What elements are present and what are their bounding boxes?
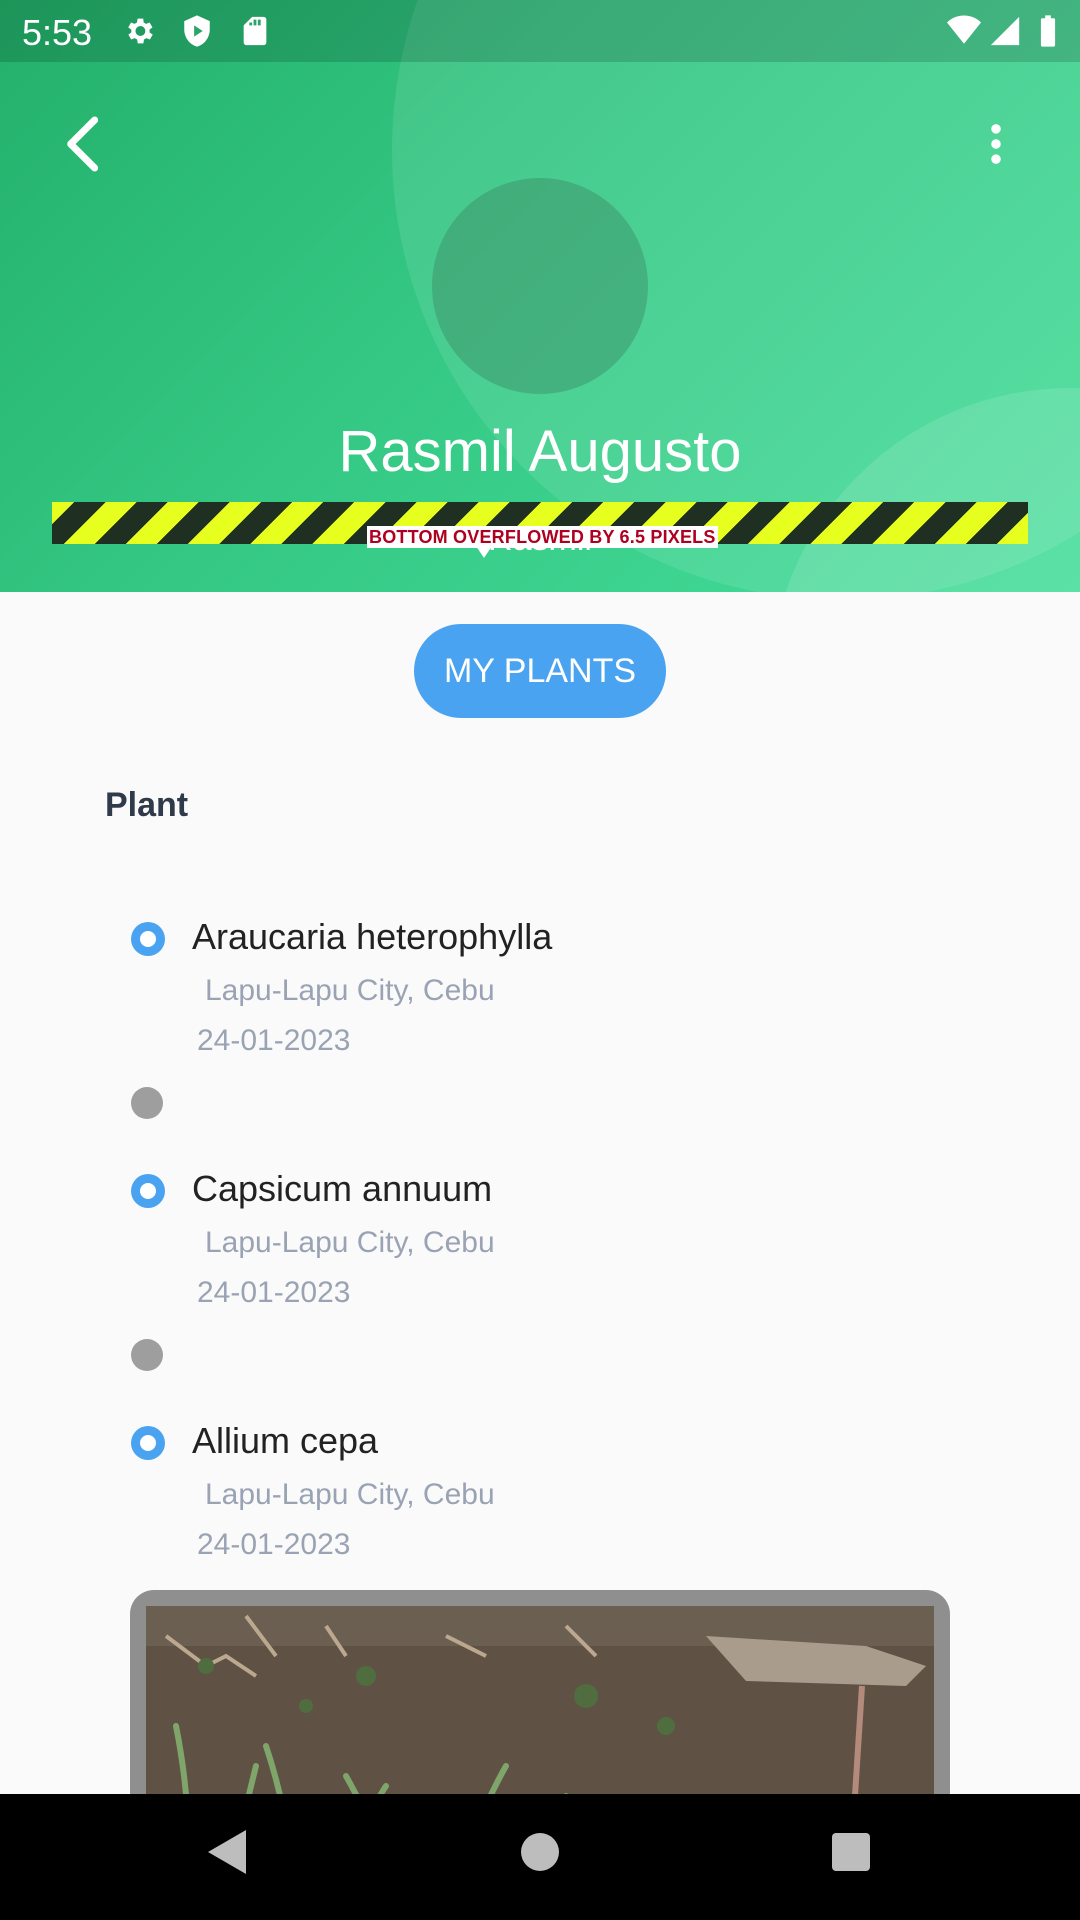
plant-date: 24-01-2023 (197, 1528, 351, 1561)
radio-icon[interactable] (131, 922, 165, 956)
plant-name: Allium cepa (192, 1420, 379, 1461)
battery-icon (1040, 15, 1056, 47)
settings-icon (128, 18, 153, 44)
system-navigation-bar (0, 1794, 1080, 1920)
plant-date: 24-01-2023 (197, 1276, 351, 1309)
status-time: 5:53 (22, 12, 93, 53)
overflow-warning-text: BOTTOM OVERFLOWED BY 6.5 PIXELS (367, 526, 718, 548)
wifi-icon (947, 15, 981, 44)
timeline-dot-icon (131, 1339, 163, 1371)
plant-location: Lapu-Lapu City, Cebu (205, 1226, 495, 1259)
profile-header: 5:53 Rasmil Augusto Rasmil (0, 0, 1080, 592)
nav-recents-icon[interactable] (832, 1833, 870, 1871)
nav-home-icon[interactable] (521, 1833, 559, 1871)
more-vert-icon[interactable] (970, 112, 1022, 176)
radio-icon[interactable] (131, 1174, 165, 1208)
back-arrow-icon[interactable] (52, 112, 116, 176)
shield-play-icon (184, 15, 210, 47)
plant-name: Capsicum annuum (192, 1168, 493, 1209)
signal-icon (990, 16, 1020, 46)
section-title: Plant (105, 786, 189, 824)
profile-name: Rasmil Augusto (338, 419, 742, 484)
timeline-dot-icon (131, 1087, 163, 1119)
plant-location: Lapu-Lapu City, Cebu (205, 974, 495, 1007)
plant-location: Lapu-Lapu City, Cebu (205, 1478, 495, 1511)
status-bar: 5:53 (0, 0, 1080, 62)
plant-date: 24-01-2023 (197, 1024, 351, 1057)
my-plants-button[interactable]: MY PLANTS (414, 624, 666, 718)
avatar[interactable] (432, 178, 648, 394)
plant-name: Araucaria heterophylla (192, 916, 553, 957)
nav-back-icon[interactable] (206, 1828, 248, 1876)
sd-card-icon (243, 16, 267, 46)
radio-icon[interactable] (131, 1426, 165, 1460)
